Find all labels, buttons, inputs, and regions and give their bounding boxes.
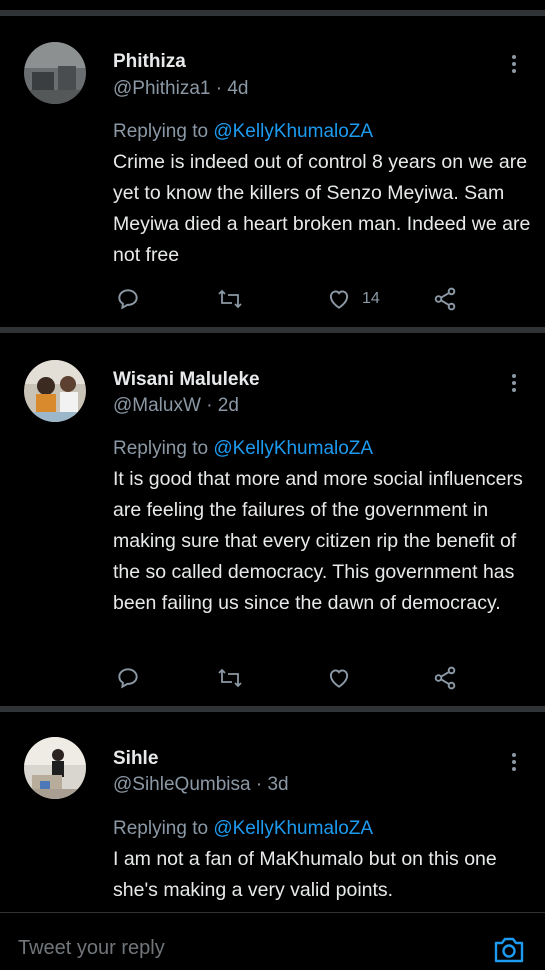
reply-icon bbox=[118, 289, 138, 310]
camera-button[interactable] bbox=[492, 935, 526, 970]
reply-input[interactable]: Tweet your reply bbox=[18, 937, 165, 960]
like-button[interactable] bbox=[326, 663, 362, 693]
age: 4d bbox=[227, 78, 249, 99]
share-button[interactable] bbox=[432, 663, 458, 693]
retweet-button[interactable] bbox=[216, 284, 244, 314]
reply-button[interactable] bbox=[115, 663, 141, 693]
dot-separator: · bbox=[255, 774, 263, 795]
replying-to: Replying to @KellyKhumaloZA bbox=[113, 818, 373, 840]
more-options-icon[interactable] bbox=[506, 371, 522, 395]
display-name[interactable]: Phithiza bbox=[113, 51, 186, 73]
avatar[interactable] bbox=[24, 42, 86, 104]
heart-icon bbox=[329, 290, 349, 309]
retweet-button[interactable] bbox=[216, 663, 244, 693]
share-icon bbox=[434, 666, 456, 690]
tweet-1[interactable]: Phithiza @Phithiza1 · 4d Replying to @Ke… bbox=[0, 16, 545, 326]
avatar[interactable] bbox=[24, 737, 86, 799]
replying-handle-link[interactable]: @KellyKhumaloZA bbox=[213, 438, 373, 459]
tweet-text: I am not a fan of MaKhumalo but on this … bbox=[113, 848, 497, 901]
handle-and-age: @MaluxW · 2d bbox=[113, 395, 239, 417]
age: 3d bbox=[267, 774, 289, 795]
tweet-2[interactable]: Wisani Maluleke @MaluxW · 2d Replying to… bbox=[0, 333, 545, 705]
handle-and-age: @SihleQumbisa · 3d bbox=[113, 774, 289, 796]
like-button[interactable]: 14 bbox=[326, 284, 380, 314]
tweet-text: It is good that more and more social inf… bbox=[113, 468, 523, 614]
reply-icon bbox=[118, 668, 138, 689]
action-bar: 14 bbox=[0, 284, 545, 314]
replying-prefix: Replying to bbox=[113, 818, 214, 839]
dot-separator: · bbox=[215, 78, 223, 99]
display-name[interactable]: Wisani Maluleke bbox=[113, 369, 260, 391]
replying-handle-link[interactable]: @KellyKhumaloZA bbox=[213, 121, 373, 142]
camera-icon bbox=[494, 937, 524, 963]
handle[interactable]: @MaluxW bbox=[113, 395, 201, 416]
replying-to: Replying to @KellyKhumaloZA bbox=[113, 121, 373, 143]
retweet-icon bbox=[218, 289, 242, 309]
retweet-icon bbox=[218, 668, 242, 688]
tweet-3[interactable]: Sihle @SihleQumbisa · 3d Replying to @Ke… bbox=[0, 712, 545, 912]
avatar[interactable] bbox=[24, 360, 86, 422]
replying-prefix: Replying to bbox=[113, 121, 214, 142]
replying-prefix: Replying to bbox=[113, 438, 214, 459]
action-bar bbox=[0, 663, 545, 693]
handle[interactable]: @SihleQumbisa bbox=[113, 774, 251, 795]
display-name[interactable]: Sihle bbox=[113, 748, 158, 770]
replying-handle-link[interactable]: @KellyKhumaloZA bbox=[213, 818, 373, 839]
heart-icon bbox=[329, 669, 349, 688]
more-options-icon[interactable] bbox=[506, 750, 522, 774]
dot-separator: · bbox=[206, 395, 213, 416]
handle[interactable]: @Phithiza1 bbox=[113, 78, 210, 99]
tweet-text: Crime is indeed out of control 8 years o… bbox=[113, 151, 531, 266]
reply-composer: Tweet your reply bbox=[0, 912, 545, 963]
like-count: 14 bbox=[362, 290, 380, 307]
share-icon bbox=[434, 287, 456, 311]
reply-button[interactable] bbox=[115, 284, 141, 314]
replying-to: Replying to @KellyKhumaloZA bbox=[113, 438, 373, 460]
more-options-icon[interactable] bbox=[506, 52, 522, 76]
share-button[interactable] bbox=[432, 284, 458, 314]
age: 2d bbox=[217, 395, 239, 416]
handle-and-age: @Phithiza1 · 4d bbox=[113, 78, 248, 100]
